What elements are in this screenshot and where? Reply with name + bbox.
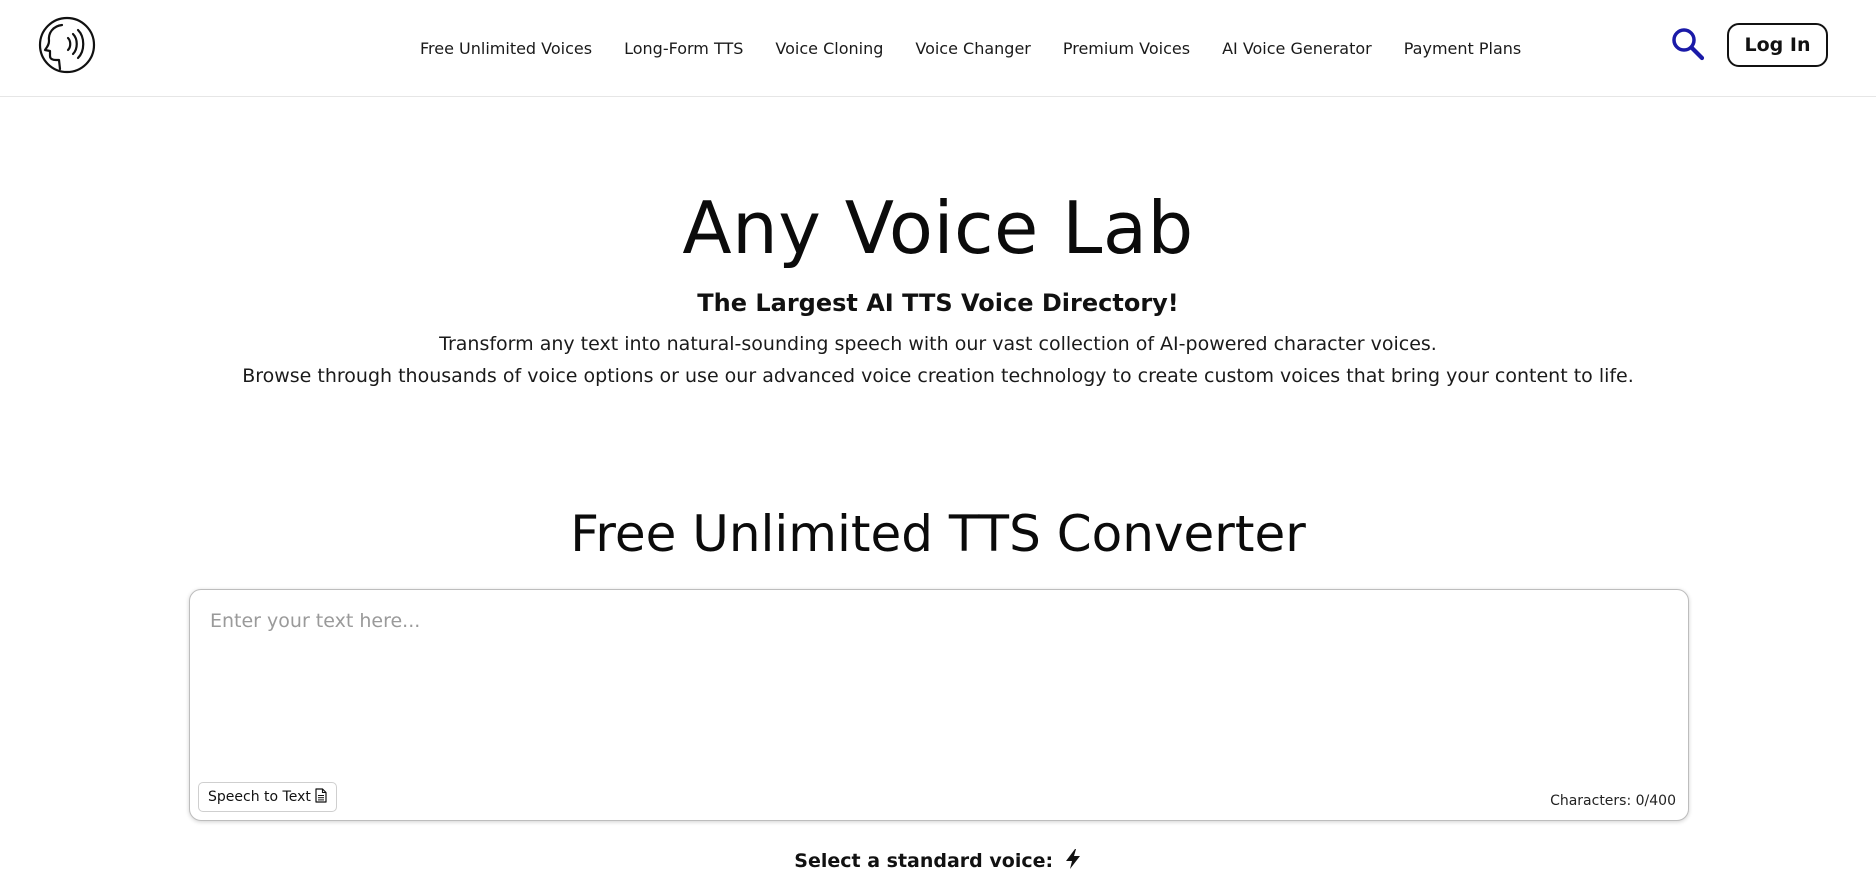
logo-speaking-head-icon[interactable] [38, 16, 96, 74]
select-voice-label: Select a standard voice: [794, 850, 1054, 872]
login-button[interactable]: Log In [1727, 23, 1828, 67]
document-icon [315, 787, 327, 807]
nav-ai-voice-generator[interactable]: AI Voice Generator [1222, 39, 1372, 58]
nav-long-form-tts[interactable]: Long-Form TTS [624, 39, 743, 58]
hero-title: Any Voice Lab [682, 186, 1194, 270]
hero-subtitle: The Largest AI TTS Voice Directory! [697, 289, 1179, 317]
nav-free-unlimited-voices[interactable]: Free Unlimited Voices [420, 39, 592, 58]
tts-text-input[interactable] [190, 590, 1688, 820]
speech-to-text-button[interactable]: Speech to Text [198, 782, 337, 812]
character-count: Characters: 0/400 [1550, 793, 1676, 809]
select-standard-voice-heading: Select a standard voice: [0, 848, 1876, 875]
nav-voice-changer[interactable]: Voice Changer [915, 39, 1031, 58]
text-input-container: Speech to Text Characters: 0/400 [189, 589, 1689, 821]
hero-description-line1: Transform any text into natural-sounding… [439, 333, 1437, 355]
site-header: Free Unlimited Voices Long-Form TTS Voic… [0, 0, 1876, 97]
nav-premium-voices[interactable]: Premium Voices [1063, 39, 1190, 58]
nav-voice-cloning[interactable]: Voice Cloning [775, 39, 883, 58]
main-nav: Free Unlimited Voices Long-Form TTS Voic… [420, 0, 1553, 97]
converter-title: Free Unlimited TTS Converter [570, 505, 1306, 563]
hero-description-line2: Browse through thousands of voice option… [242, 365, 1634, 387]
lightning-bolt-icon [1064, 848, 1082, 875]
speech-to-text-label: Speech to Text [208, 789, 311, 805]
search-icon[interactable] [1670, 26, 1706, 62]
nav-payment-plans[interactable]: Payment Plans [1404, 39, 1522, 58]
